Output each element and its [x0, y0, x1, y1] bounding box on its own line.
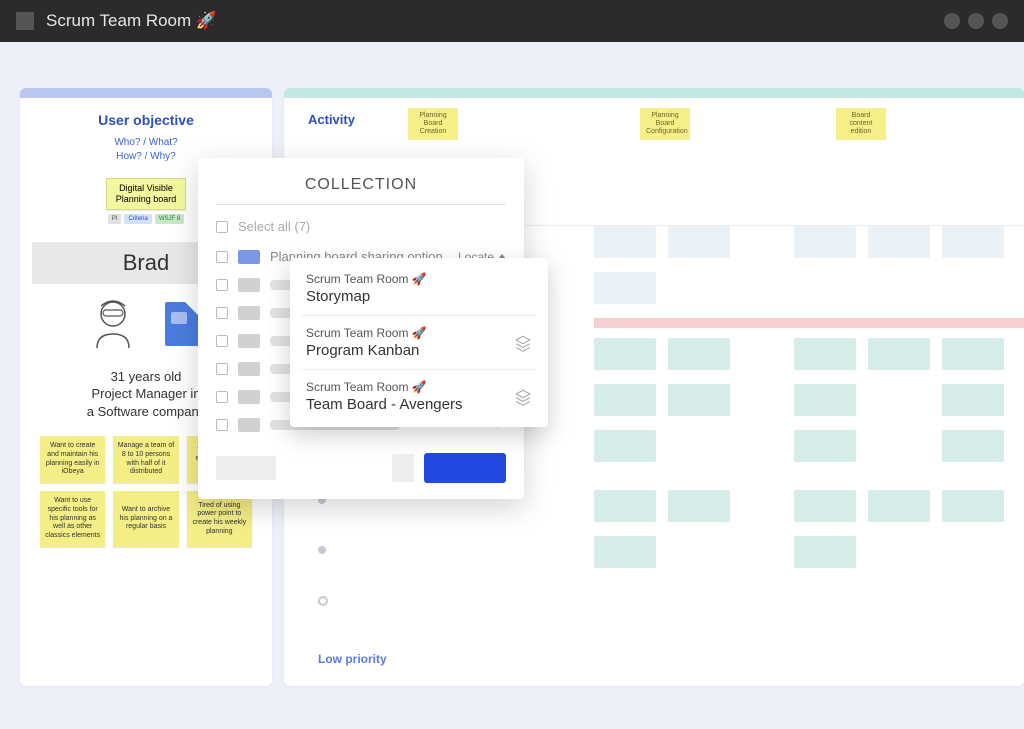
dialog-secondary-button[interactable]	[216, 456, 276, 480]
locate-dropdown-item[interactable]: Scrum Team Room 🚀 Storymap	[290, 262, 548, 315]
objective-sticky[interactable]: Digital Visible Planning board	[106, 178, 186, 210]
window-control-dot[interactable]	[944, 13, 960, 29]
persona-sticky[interactable]: Manage a team of 8 to 10 persons with ha…	[113, 436, 178, 483]
persona-sticky[interactable]: Tired of using power point to create his…	[187, 491, 252, 547]
checkbox[interactable]	[216, 335, 228, 347]
persona-sticky[interactable]: Want to use specific tools for his plann…	[40, 491, 105, 547]
dropdown-board-name: Program Kanban	[306, 342, 427, 359]
tag: Criteria	[124, 214, 151, 224]
tag: WSJF 8	[155, 214, 184, 224]
layers-icon	[514, 388, 532, 406]
panel-header-accent	[284, 88, 1024, 98]
locate-dropdown: Scrum Team Room 🚀 Storymap Scrum Team Ro…	[290, 258, 548, 427]
release-separator	[594, 318, 1024, 328]
app-logo-placeholder	[16, 12, 34, 30]
panel-header-accent	[20, 88, 272, 98]
dropdown-board-name: Team Board - Avengers	[306, 396, 462, 413]
window-control-dot[interactable]	[992, 13, 1008, 29]
item-thumbnail	[238, 362, 260, 376]
dropdown-room-name: Scrum Team Room 🚀	[306, 326, 427, 340]
item-thumbnail	[238, 334, 260, 348]
checkbox[interactable]	[216, 221, 228, 233]
persona-document-icon	[165, 302, 201, 346]
room-title: Scrum Team Room 🚀	[46, 11, 217, 31]
activity-sticky[interactable]: Board content edition	[836, 108, 886, 140]
item-thumbnail	[238, 390, 260, 404]
window-control-dot[interactable]	[968, 13, 984, 29]
persona-sticky[interactable]: Want to archive his planning on a regula…	[113, 491, 178, 547]
item-thumbnail	[238, 418, 260, 432]
dropdown-room-name: Scrum Team Room 🚀	[306, 380, 462, 394]
layers-icon	[514, 334, 532, 352]
select-all-row[interactable]: Select all (7)	[216, 211, 506, 242]
dialog-primary-button[interactable]	[424, 453, 506, 483]
window-controls	[944, 13, 1008, 29]
low-priority-label: Low priority	[318, 652, 387, 666]
locate-dropdown-item[interactable]: Scrum Team Room 🚀 Program Kanban	[290, 316, 548, 369]
checkbox[interactable]	[216, 251, 228, 263]
tag: PI	[108, 214, 122, 224]
user-objective-heading: User objective	[32, 112, 260, 128]
checkbox[interactable]	[216, 419, 228, 431]
item-thumbnail	[238, 306, 260, 320]
activity-sticky[interactable]: Planning Board Creation	[408, 108, 458, 140]
item-thumbnail	[238, 250, 260, 264]
activity-sticky[interactable]: Planning Board Configuration	[640, 108, 690, 140]
item-thumbnail	[238, 278, 260, 292]
dropdown-room-name: Scrum Team Room 🚀	[306, 272, 427, 286]
persona-avatar-icon	[91, 298, 135, 350]
activity-heading: Activity	[308, 108, 355, 127]
checkbox[interactable]	[216, 391, 228, 403]
checkbox[interactable]	[216, 279, 228, 291]
persona-sticky[interactable]: Want to create and maintain his planning…	[40, 436, 105, 483]
top-bar: Scrum Team Room 🚀	[0, 0, 1024, 42]
checkbox[interactable]	[216, 307, 228, 319]
dialog-title: COLLECTION	[216, 176, 506, 194]
select-all-label: Select all (7)	[238, 219, 310, 234]
checkbox[interactable]	[216, 363, 228, 375]
dropdown-board-name: Storymap	[306, 288, 427, 305]
dialog-tertiary-button[interactable]	[392, 454, 414, 482]
locate-dropdown-item[interactable]: Scrum Team Room 🚀 Team Board - Avengers	[290, 370, 548, 423]
